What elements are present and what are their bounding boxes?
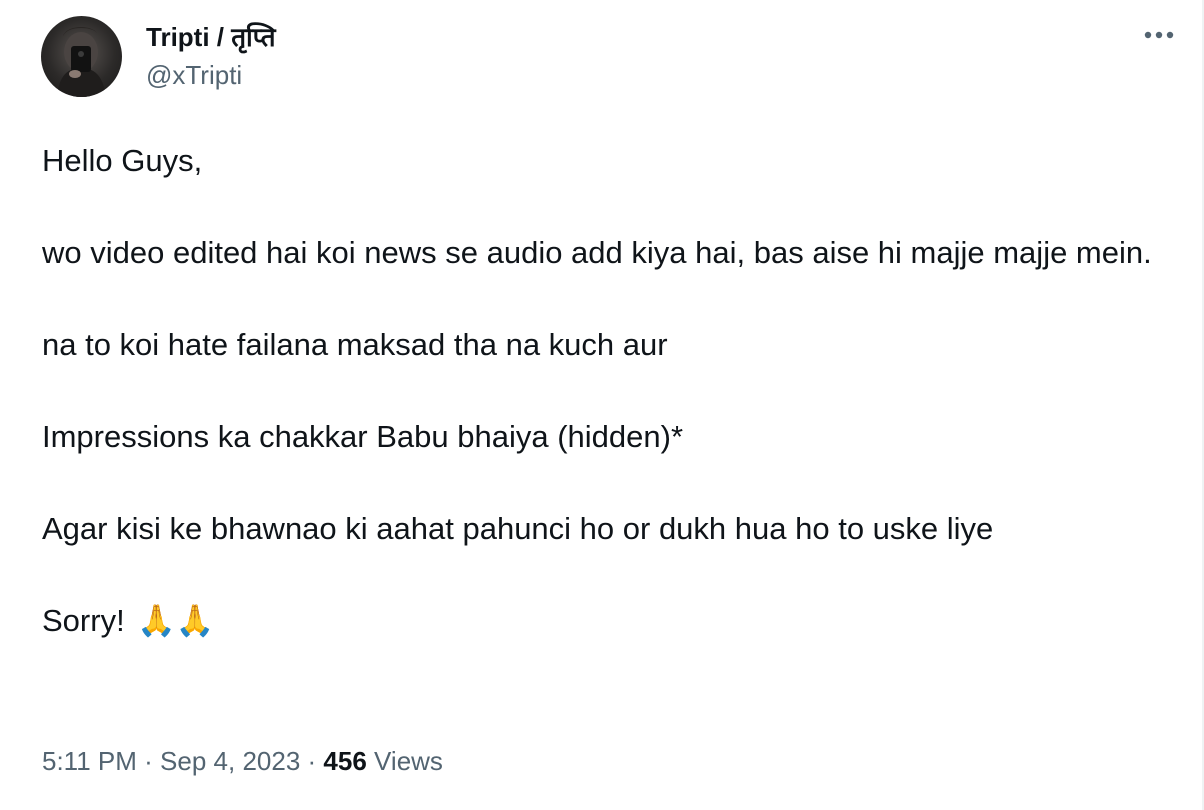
views-label: Views xyxy=(374,746,443,776)
author-handle[interactable]: @xTripti xyxy=(146,58,276,92)
tweet-time-link[interactable]: 5:11 PM xyxy=(42,746,137,776)
closing-text: Sorry! xyxy=(42,603,125,638)
more-horizontal-icon xyxy=(1144,31,1174,39)
author-block: Tripti / तृप्ति @xTripti xyxy=(146,20,276,92)
tweet-paragraph: na to koi hate failana maksad tha na kuc… xyxy=(42,327,668,362)
meta-separator: · xyxy=(307,746,317,776)
tweet-text: Hello Guys, wo video edited hai koi news… xyxy=(42,138,1152,645)
folded-hands-icon: 🙏🙏 xyxy=(137,603,215,639)
more-options-button[interactable] xyxy=(1142,22,1176,48)
tweet-closing: Sorry! 🙏🙏 xyxy=(42,598,1152,645)
tweet-date-link[interactable]: Sep 4, 2023 xyxy=(160,746,300,776)
tweet-meta: 5:11 PM · Sep 4, 2023 · 456 Views xyxy=(42,744,443,778)
tweet-card: Tripti / तृप्ति @xTripti Hello Guys, wo … xyxy=(0,0,1204,810)
author-display-name[interactable]: Tripti / तृप्ति xyxy=(146,20,276,54)
tweet-paragraph: Impressions ka chakkar Babu bhaiya (hidd… xyxy=(42,419,684,454)
tweet-paragraph: Agar kisi ke bhawnao ki aahat pahunci ho… xyxy=(42,511,994,546)
meta-separator: · xyxy=(144,746,153,776)
avatar-photo xyxy=(57,27,106,97)
avatar[interactable] xyxy=(41,16,122,97)
tweet-paragraph: wo video edited hai koi news se audio ad… xyxy=(42,235,1152,270)
views-count: 456 xyxy=(323,746,367,776)
tweet-paragraph: Hello Guys, xyxy=(42,143,203,178)
